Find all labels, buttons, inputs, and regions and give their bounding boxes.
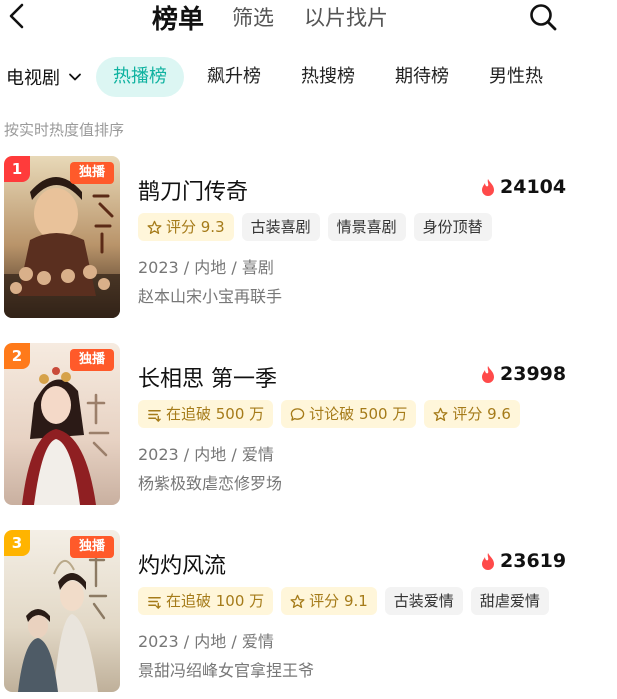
nav-tabs: 榜单 筛选 以片找片 [152,0,418,36]
tab-filter[interactable]: 筛选 [232,2,274,32]
rank-badge: 3 [4,530,30,556]
comment-icon [290,407,305,421]
followers-tag: 在追破 100 万 [138,587,274,615]
item-meta: 2023 / 内地 / 爱情 [138,445,274,464]
tab-anticipated[interactable]: 期待榜 [378,57,466,97]
flame-icon [482,178,494,196]
rating-tag: 评分 9.6 [424,400,520,428]
rank-badge: 1 [4,156,30,182]
search-icon [530,4,557,31]
heat-value: 23619 [480,550,566,572]
heat-number: 23619 [500,550,567,572]
tab-rising[interactable]: 飙升榜 [190,57,278,97]
followers-tag: 在追破 500 万 [138,400,274,428]
tab-hot-search[interactable]: 热搜榜 [284,57,372,97]
chevron-down-icon [69,73,81,81]
star-icon [147,220,162,234]
item-description: 杨紫极致虐恋修罗场 [138,474,283,493]
tab-find-by-film[interactable]: 以片找片 [304,2,388,32]
chevron-left-icon [9,3,24,29]
genre-tag: 古装爱情 [384,587,463,615]
tag-list: 在追破 100 万 评分 9.1 古装爱情 甜虐爱情 [138,587,557,615]
back-button[interactable] [4,2,30,30]
sort-hint: 按实时热度值排序 [4,121,125,139]
tab-male-hot[interactable]: 男性热 [472,57,560,97]
item-title[interactable]: 鹊刀门传奇 [138,174,248,206]
item-description: 景甜冯绍峰女官拿捏王爷 [138,661,315,680]
list-icon [148,596,161,609]
heat-number: 24104 [500,176,567,198]
exclusive-badge: 独播 [70,162,114,184]
list-icon [148,409,161,422]
star-icon [290,594,305,608]
flame-icon [482,365,494,383]
category-dropdown[interactable]: 电视剧 [6,64,82,90]
category-row: 电视剧 热播榜 飙升榜 热搜榜 期待榜 男性热 [0,56,617,98]
tab-rankings[interactable]: 榜单 [152,0,204,36]
genre-tag: 古装喜剧 [241,213,320,241]
tag-label: 在追破 100 万 [166,592,265,610]
tab-hot-play[interactable]: 热播榜 [96,57,184,97]
heat-number: 23998 [500,363,567,385]
star-icon [433,407,448,421]
rank-badge: 2 [4,343,30,369]
exclusive-badge: 独播 [70,349,114,371]
tag-label: 评分 9.6 [452,405,511,423]
poster-image[interactable]: 2 独播 [4,343,120,505]
item-meta: 2023 / 内地 / 喜剧 [138,258,274,277]
item-title[interactable]: 长相思 第一季 [138,361,277,393]
tag-label: 评分 9.1 [309,592,368,610]
tag-list: 评分 9.3 古装喜剧 情景喜剧 身份顶替 [138,213,500,241]
flame-icon [482,552,494,570]
tag-label: 评分 9.3 [166,218,225,236]
list-item[interactable]: 3 独播 灼灼风流 23619 在追破 100 万 评分 9.1 古装爱情 甜虐… [0,530,617,695]
discussion-tag: 讨论破 500 万 [281,400,417,428]
tag-list: 在追破 500 万 讨论破 500 万 评分 9.6 [138,400,528,428]
heat-value: 24104 [480,176,566,198]
poster-image[interactable]: 3 独播 [4,530,120,692]
poster-image[interactable]: 1 独播 [4,156,120,318]
exclusive-badge: 独播 [70,536,114,558]
tag-label: 在追破 500 万 [166,405,265,423]
rating-tag: 评分 9.3 [138,213,234,241]
item-title[interactable]: 灼灼风流 [138,548,226,580]
heat-value: 23998 [480,363,566,385]
genre-tag: 情景喜剧 [327,213,406,241]
item-meta: 2023 / 内地 / 爱情 [138,632,274,651]
list-item[interactable]: 1 独播 鹊刀门传奇 24104 评分 9.3 古装喜剧 情景喜剧 身份顶替 2… [0,156,617,321]
category-dropdown-label: 电视剧 [6,68,60,89]
tag-label: 讨论破 500 万 [309,405,408,423]
rating-tag: 评分 9.1 [281,587,377,615]
top-bar: 榜单 筛选 以片找片 [0,0,617,36]
genre-tag: 身份顶替 [413,213,492,241]
search-button[interactable] [528,2,558,32]
item-description: 赵本山宋小宝再联手 [138,287,283,306]
list-item[interactable]: 2 独播 长相思 第一季 23998 在追破 500 万 讨论破 500 万 评… [0,343,617,508]
genre-tag: 甜虐爱情 [470,587,549,615]
